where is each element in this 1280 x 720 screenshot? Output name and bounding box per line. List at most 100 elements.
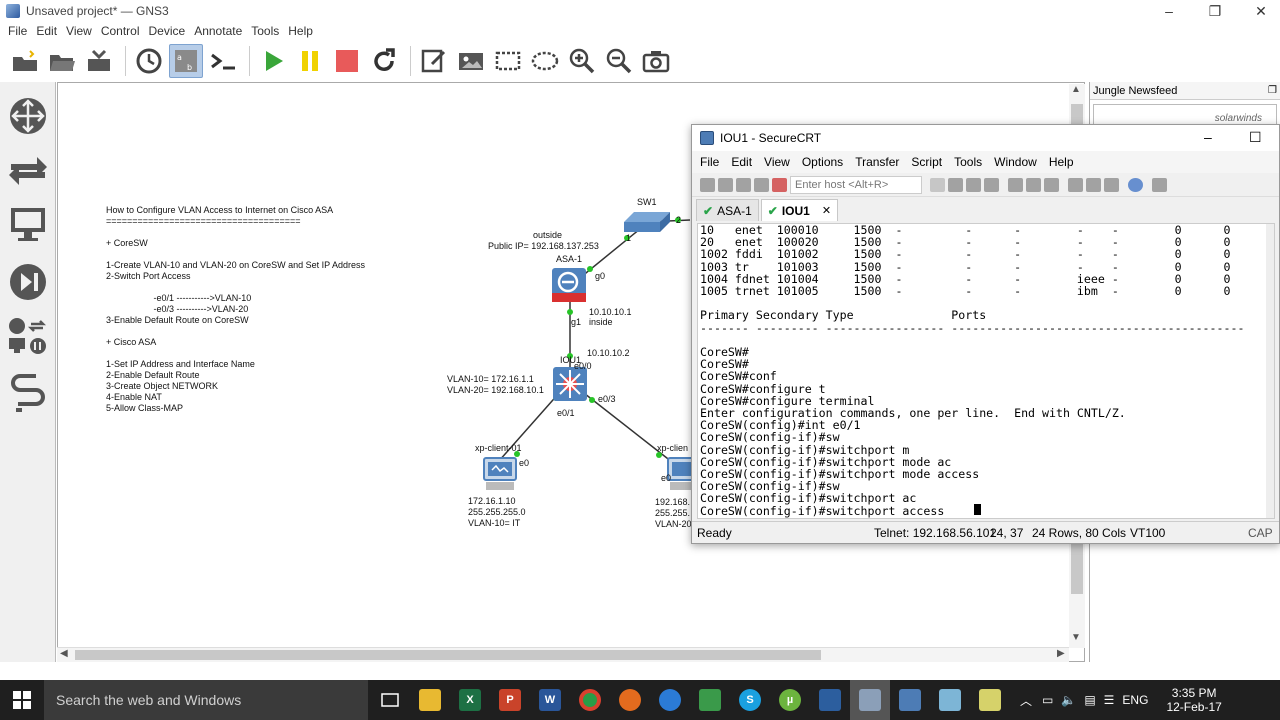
xp2-label: xp-clien <box>657 443 689 453</box>
crt-menu-edit[interactable]: Edit <box>731 155 752 169</box>
tray-language[interactable]: ENG <box>1122 693 1148 707</box>
newsfeed-title: Jungle Newsfeed <box>1093 84 1178 97</box>
newsfeed-undock-icon[interactable]: ❐ <box>1268 85 1277 96</box>
asa-label: ASA-1 <box>556 254 583 264</box>
quick-connect-icon[interactable] <box>718 177 733 192</box>
find-icon[interactable] <box>984 177 999 192</box>
keypad-icon[interactable] <box>1152 177 1167 192</box>
status-ready: Ready <box>697 525 732 540</box>
utorrent-icon[interactable]: µ <box>770 680 810 720</box>
tab-close-icon[interactable]: ✕ <box>822 204 831 217</box>
securecrt-title-bar: IOU1 - SecureCRT – ☐ <box>692 125 1279 151</box>
xp1-vlan-label: VLAN-10= IT <box>468 518 521 528</box>
vlan10-label: VLAN-10= 172.16.1.1 <box>447 374 534 384</box>
securecrt-maximize-button[interactable]: ☐ <box>1249 129 1262 146</box>
sticky-notes-icon[interactable] <box>970 680 1010 720</box>
reconnect-icon[interactable] <box>754 177 769 192</box>
notepad-icon[interactable] <box>930 680 970 720</box>
status-term-type: VT100 <box>1130 525 1166 540</box>
ip1-label: 10.10.10.1 <box>589 307 632 317</box>
copy-icon[interactable] <box>930 177 945 192</box>
virtualbox-icon[interactable] <box>810 680 850 720</box>
tray-date: 12-Feb-17 <box>1166 700 1222 714</box>
print-icon[interactable] <box>1008 177 1023 192</box>
securecrt-minimize-button[interactable]: – <box>1204 129 1212 145</box>
asa-firewall-icon[interactable] <box>551 267 587 306</box>
firefox-icon[interactable] <box>610 680 650 720</box>
keymap-icon[interactable] <box>1104 177 1119 192</box>
file-explorer-icon[interactable] <box>410 680 450 720</box>
crt-menu-transfer[interactable]: Transfer <box>855 155 899 169</box>
terminal-text: 10 enet 100010 1500 - - - - - 0 0 20 ene… <box>700 223 1245 518</box>
securecrt-title: IOU1 - SecureCRT <box>720 131 822 145</box>
terminal-output[interactable]: 10 enet 100010 1500 - - - - - 0 0 20 ene… <box>697 223 1275 519</box>
status-cursor-pos: 24, 37 <box>990 525 1024 540</box>
canvas-horizontal-scrollbar[interactable]: ◀ ▶ <box>57 647 1069 662</box>
crt-menu-file[interactable]: File <box>700 155 719 169</box>
crt-menu-help[interactable]: Help <box>1049 155 1074 169</box>
sw1-switch-icon[interactable] <box>624 210 672 237</box>
tray-clock[interactable]: 3:35 PM 12-Feb-17 <box>1166 686 1221 714</box>
config-note[interactable]: How to Configure VLAN Access to Internet… <box>106 205 365 414</box>
inside-label: inside <box>589 317 613 327</box>
chrome-icon[interactable] <box>570 680 610 720</box>
terminal-scrollbar[interactable] <box>1266 224 1274 518</box>
photos-icon[interactable] <box>690 680 730 720</box>
global-options-icon[interactable] <box>1086 177 1101 192</box>
word-icon[interactable]: W <box>530 680 570 720</box>
tray-network-icon[interactable]: ▤ <box>1084 693 1095 707</box>
tray-battery-icon[interactable]: ▭ <box>1042 693 1053 707</box>
xp-client-01-pc-icon[interactable] <box>482 456 518 495</box>
securecrt-menu-bar: File Edit View Options Transfer Script T… <box>692 151 1279 173</box>
globe-icon[interactable] <box>650 680 690 720</box>
session-options-icon[interactable] <box>1068 177 1083 192</box>
tray-volume-icon[interactable]: 🔈 <box>1061 693 1076 707</box>
connected-check-icon: ✔ <box>767 203 778 218</box>
help-icon[interactable] <box>1128 177 1143 192</box>
securecrt-app-icon <box>700 131 714 145</box>
skype-icon[interactable]: S <box>730 680 770 720</box>
xp2-vlan-label: VLAN-20 <box>655 519 692 529</box>
status-size: 24 Rows, 80 Cols <box>1032 525 1127 540</box>
paste-icon[interactable] <box>948 177 963 192</box>
disconnect-icon[interactable] <box>772 177 787 192</box>
print-selection-icon[interactable] <box>1026 177 1041 192</box>
copy-paste-icon[interactable] <box>966 177 981 192</box>
connect-icon[interactable] <box>700 177 715 192</box>
xp1-e0-label: e0 <box>519 458 530 468</box>
crt-menu-view[interactable]: View <box>764 155 790 169</box>
securecrt-toolbar: Enter host <Alt+R> <box>692 173 1279 197</box>
tab-iou1[interactable]: ✔ IOU1 ✕ <box>760 199 839 221</box>
securecrt-icon[interactable] <box>890 680 930 720</box>
tray-notifications-icon[interactable]: ☰ <box>1104 693 1115 707</box>
taskbar-search[interactable]: Search the web and Windows <box>44 680 368 720</box>
iou1-multilayer-switch-icon[interactable] <box>552 366 588 405</box>
solarwinds-logo[interactable]: solarwinds <box>1215 113 1262 124</box>
status-telnet: Telnet: 192.168.56.101 <box>874 525 997 540</box>
host-input[interactable]: Enter host <Alt+R> <box>790 175 922 194</box>
ip2-label: 10.10.10.2 <box>587 348 630 358</box>
excel-icon[interactable]: X <box>450 680 490 720</box>
windows-taskbar: Search the web and Windows X P W S µ ︿ ▭… <box>0 680 1280 720</box>
crt-menu-tools[interactable]: Tools <box>954 155 982 169</box>
windows-start-icon[interactable] <box>0 680 44 720</box>
connect-tab-icon[interactable] <box>736 177 751 192</box>
xp2-e0-label: e0 <box>661 473 672 483</box>
tab-label: ASA-1 <box>717 203 752 218</box>
tab-asa-1[interactable]: ✔ ASA-1 <box>696 199 759 221</box>
crt-menu-script[interactable]: Script <box>911 155 942 169</box>
powerpoint-icon[interactable]: P <box>490 680 530 720</box>
outside-label: outside <box>533 230 563 240</box>
tray-chevron-icon[interactable]: ︿ <box>1020 692 1032 709</box>
status-caps: CAP <box>1248 525 1273 540</box>
crt-menu-window[interactable]: Window <box>994 155 1037 169</box>
sw1-port-label: 1 <box>626 233 632 243</box>
task-view-icon[interactable] <box>370 680 410 720</box>
securecrt-window: IOU1 - SecureCRT – ☐ File Edit View Opti… <box>691 124 1280 544</box>
print-setup-icon[interactable] <box>1044 177 1059 192</box>
vlan20-label: VLAN-20= 192.168.10.1 <box>447 385 544 395</box>
e00-label: e0/0 <box>574 361 592 371</box>
gns3-icon[interactable] <box>850 680 890 720</box>
crt-menu-options[interactable]: Options <box>802 155 843 169</box>
securecrt-status-bar: Ready Telnet: 192.168.56.101 24, 37 24 R… <box>692 521 1279 543</box>
